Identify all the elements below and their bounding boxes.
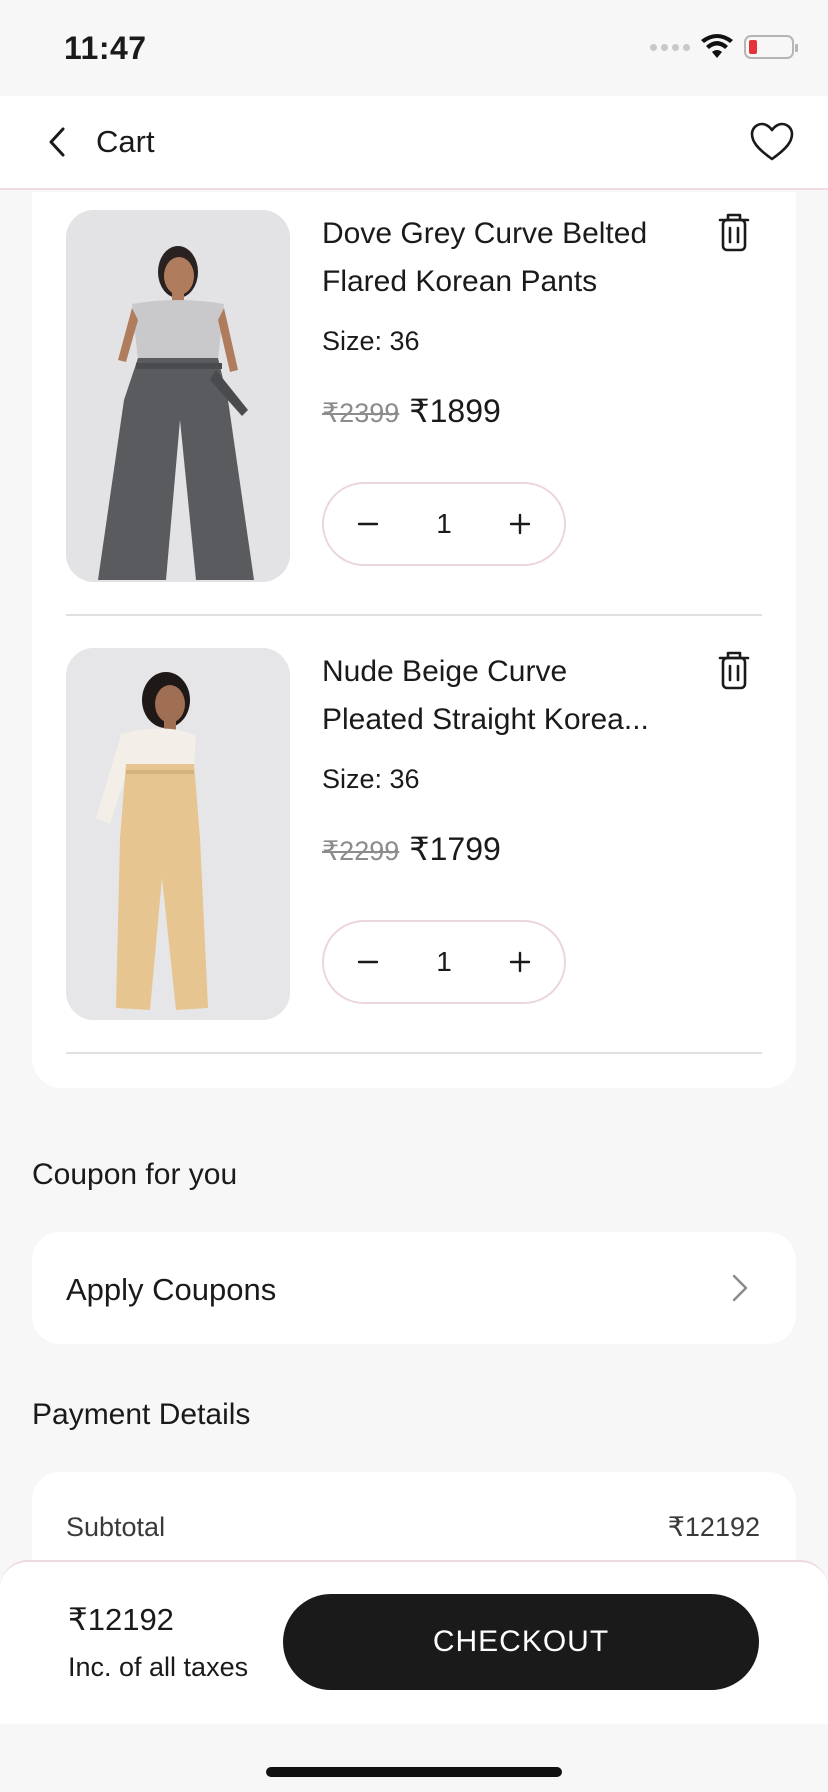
subtotal-value: ₹12192 [667,1512,760,1542]
plus-icon[interactable] [502,944,538,980]
original-price: ₹2299 [322,836,400,866]
price-row: ₹2399 ₹1899 [322,392,501,430]
payment-section-title: Payment Details [32,1398,251,1431]
original-price: ₹2399 [322,398,400,428]
wifi-icon [701,34,733,58]
trash-icon[interactable] [714,648,754,692]
minus-icon[interactable] [350,506,386,542]
cart-item: Nude Beige Curve Pleated Straight Korea.… [66,648,762,1052]
page-title: Cart [96,124,155,159]
sale-price: ₹1799 [409,831,501,867]
product-size: Size: 36 [322,326,420,356]
product-size: Size: 36 [322,764,420,794]
cart-items-card: Dove Grey Curve Belted Flared Korean Pan… [32,192,796,1088]
checkout-bar: ₹12192 Inc. of all taxes CHECKOUT [0,1560,828,1724]
cart-item: Dove Grey Curve Belted Flared Korean Pan… [66,210,762,614]
minus-icon[interactable] [350,944,386,980]
divider [66,614,762,616]
top-nav-bar: Cart [0,96,828,190]
tax-note: Inc. of all taxes [68,1652,249,1682]
chevron-right-icon [732,1274,748,1302]
product-image[interactable] [66,648,290,1020]
price-row: ₹2299 ₹1799 [322,830,501,868]
subtotal-label: Subtotal [66,1512,166,1542]
product-name[interactable]: Nude Beige Curve Pleated Straight Korea.… [322,648,682,744]
apply-coupons-label: Apply Coupons [66,1272,277,1307]
apply-coupons-button[interactable]: Apply Coupons [32,1232,796,1344]
coupon-section-title: Coupon for you [32,1158,238,1191]
battery-icon [744,35,798,59]
quantity-stepper: 1 [322,920,566,1004]
chevron-left-icon[interactable] [40,124,76,160]
checkout-button[interactable]: CHECKOUT [283,1594,759,1690]
status-time: 11:47 [64,30,147,66]
home-indicator[interactable] [266,1767,562,1777]
home-area [0,1724,828,1792]
signal-icon [650,43,690,51]
sale-price: ₹1899 [409,393,501,429]
trash-icon[interactable] [714,210,754,254]
divider [66,1052,762,1054]
quantity-stepper: 1 [322,482,566,566]
quantity-value: 1 [436,508,452,539]
quantity-value: 1 [436,946,452,977]
product-name[interactable]: Dove Grey Curve Belted Flared Korean Pan… [322,210,682,306]
plus-icon[interactable] [502,506,538,542]
product-image[interactable] [66,210,290,582]
status-icons [650,34,798,60]
status-bar: 11:47 [0,0,828,96]
total-amount: ₹12192 [68,1602,174,1637]
heart-icon[interactable] [748,118,796,166]
